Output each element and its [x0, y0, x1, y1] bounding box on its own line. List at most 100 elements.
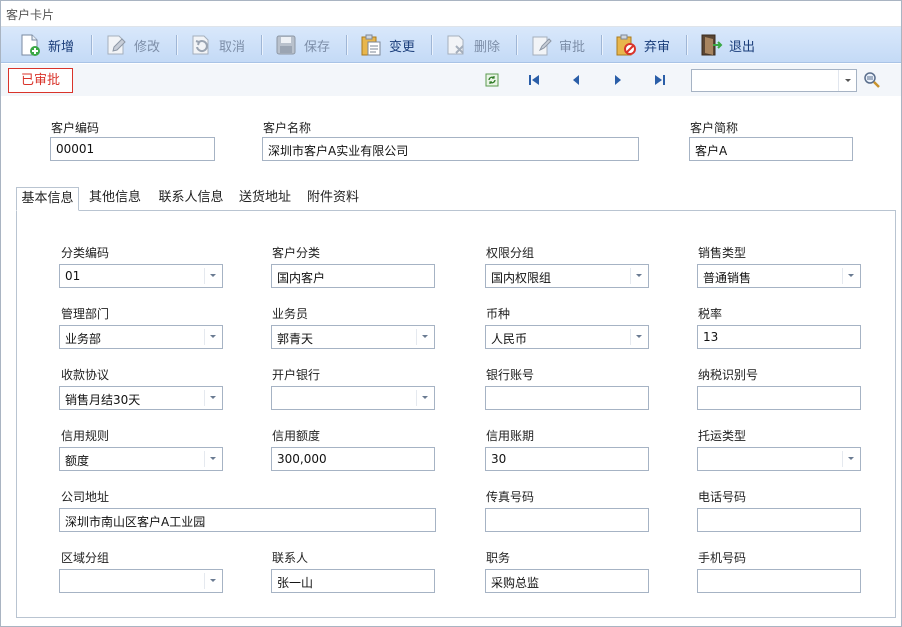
salesman-label: 业务员 — [272, 307, 309, 321]
payment-terms-combo[interactable]: 销售月结30天 — [59, 386, 223, 410]
search-button[interactable] — [863, 71, 881, 89]
change-button[interactable]: 变更 — [359, 31, 415, 59]
change-button-label: 变更 — [389, 39, 416, 55]
category-code-combo[interactable]: 01 — [59, 264, 223, 288]
delete-icon — [444, 33, 468, 57]
credit-period-field[interactable]: 30 — [485, 447, 649, 471]
customer-class-label: 客户分类 — [272, 246, 321, 260]
chevron-down-icon[interactable] — [204, 387, 222, 409]
unapprove-button[interactable]: 弃审 — [614, 31, 670, 59]
position-field[interactable]: 采购总监 — [485, 569, 649, 593]
sales-type-label: 销售类型 — [698, 246, 747, 260]
payment-terms-label: 收款协议 — [61, 368, 110, 382]
phone-label: 电话号码 — [698, 490, 747, 504]
contact-field[interactable]: 张一山 — [271, 569, 435, 593]
new-document-icon — [18, 33, 42, 57]
fax-field[interactable] — [485, 508, 649, 532]
address-field[interactable]: 深圳市南山区客户A工业园 — [59, 508, 436, 532]
region-label: 区域分组 — [61, 551, 110, 565]
edit-button-label: 修改 — [134, 39, 161, 55]
mobile-field[interactable] — [697, 569, 861, 593]
chevron-down-icon[interactable] — [630, 326, 648, 348]
toolbar-divider — [516, 35, 517, 55]
chevron-down-icon[interactable] — [842, 448, 860, 470]
edit-icon — [104, 33, 128, 57]
customer-code-label: 客户编码 — [51, 121, 100, 135]
exit-door-icon — [699, 33, 723, 57]
approve-button-label: 审批 — [559, 39, 586, 55]
exit-button[interactable]: 退出 — [699, 31, 755, 59]
approve-button[interactable]: 审批 — [529, 31, 585, 59]
save-button[interactable]: 保存 — [274, 31, 330, 59]
chevron-down-icon[interactable] — [204, 265, 222, 287]
record-search-combo[interactable] — [691, 69, 857, 92]
bank-account-field[interactable] — [485, 386, 649, 410]
salesman-value: 郭青天 — [277, 332, 314, 346]
chevron-down-icon[interactable] — [838, 70, 856, 91]
dept-combo[interactable]: 业务部 — [59, 325, 223, 349]
tab-basic-info[interactable]: 基本信息 — [16, 187, 79, 211]
tab-attachments[interactable]: 附件资料 — [302, 187, 364, 211]
toolbar-divider — [686, 35, 687, 55]
address-label: 公司地址 — [61, 490, 110, 504]
tax-rate-field[interactable]: 13 — [697, 325, 861, 349]
customer-short-name-label: 客户简称 — [690, 121, 739, 135]
refresh-button[interactable] — [484, 72, 500, 88]
customer-short-name-field[interactable]: 客户A — [689, 137, 853, 161]
search-icon — [864, 72, 880, 88]
last-record-button[interactable] — [652, 72, 668, 88]
record-navigation-bar: 已审批 — [1, 64, 901, 96]
first-record-icon — [529, 75, 539, 85]
bank-combo[interactable] — [271, 386, 435, 410]
salesman-combo[interactable]: 郭青天 — [271, 325, 435, 349]
permission-group-combo[interactable]: 国内权限组 — [485, 264, 649, 288]
bank-label: 开户银行 — [272, 368, 321, 382]
delete-button[interactable]: 删除 — [444, 31, 500, 59]
credit-rule-combo[interactable]: 额度 — [59, 447, 223, 471]
chevron-down-icon[interactable] — [204, 326, 222, 348]
first-record-button[interactable] — [526, 72, 542, 88]
new-button-label: 新增 — [48, 39, 75, 55]
tab-delivery-address[interactable]: 送货地址 — [234, 187, 296, 211]
credit-limit-field[interactable]: 300,000 — [271, 447, 435, 471]
customer-class-field[interactable]: 国内客户 — [271, 264, 435, 288]
sales-type-combo[interactable]: 普通销售 — [697, 264, 861, 288]
cancel-button-label: 取消 — [219, 39, 246, 55]
last-record-icon — [655, 75, 665, 85]
chevron-down-icon[interactable] — [416, 387, 434, 409]
customer-name-field[interactable]: 深圳市客户A实业有限公司 — [262, 137, 639, 161]
edit-button[interactable]: 修改 — [104, 31, 160, 59]
unapprove-icon — [614, 33, 638, 57]
previous-record-button[interactable] — [568, 72, 584, 88]
next-record-button[interactable] — [610, 72, 626, 88]
new-button[interactable]: 新增 — [18, 31, 74, 59]
exit-button-label: 退出 — [729, 39, 756, 55]
chevron-down-icon[interactable] — [204, 570, 222, 592]
tax-id-label: 纳税识别号 — [698, 368, 759, 382]
shipping-type-combo[interactable] — [697, 447, 861, 471]
previous-record-icon — [573, 75, 579, 85]
customer-code-field[interactable]: 00001 — [50, 137, 215, 161]
contact-label: 联系人 — [272, 551, 309, 565]
cancel-button[interactable]: 取消 — [189, 31, 245, 59]
tax-id-field[interactable] — [697, 386, 861, 410]
chevron-down-icon[interactable] — [204, 448, 222, 470]
tab-contacts[interactable]: 联系人信息 — [154, 187, 228, 211]
dept-value: 业务部 — [65, 332, 102, 346]
region-combo[interactable] — [59, 569, 223, 593]
tax-rate-label: 税率 — [698, 307, 723, 321]
tab-other-info[interactable]: 其他信息 — [84, 187, 146, 211]
title-bar: 客户卡片 — [1, 1, 901, 27]
currency-combo[interactable]: 人民币 — [485, 325, 649, 349]
refresh-icon — [485, 73, 499, 87]
credit-rule-label: 信用规则 — [61, 429, 110, 443]
payment-terms-value: 销售月结30天 — [65, 393, 141, 407]
toolbar-divider — [261, 35, 262, 55]
permission-group-value: 国内权限组 — [491, 271, 552, 285]
category-code-label: 分类编码 — [61, 246, 110, 260]
chevron-down-icon[interactable] — [842, 265, 860, 287]
chevron-down-icon[interactable] — [416, 326, 434, 348]
chevron-down-icon[interactable] — [630, 265, 648, 287]
currency-label: 币种 — [486, 307, 511, 321]
phone-field[interactable] — [697, 508, 861, 532]
